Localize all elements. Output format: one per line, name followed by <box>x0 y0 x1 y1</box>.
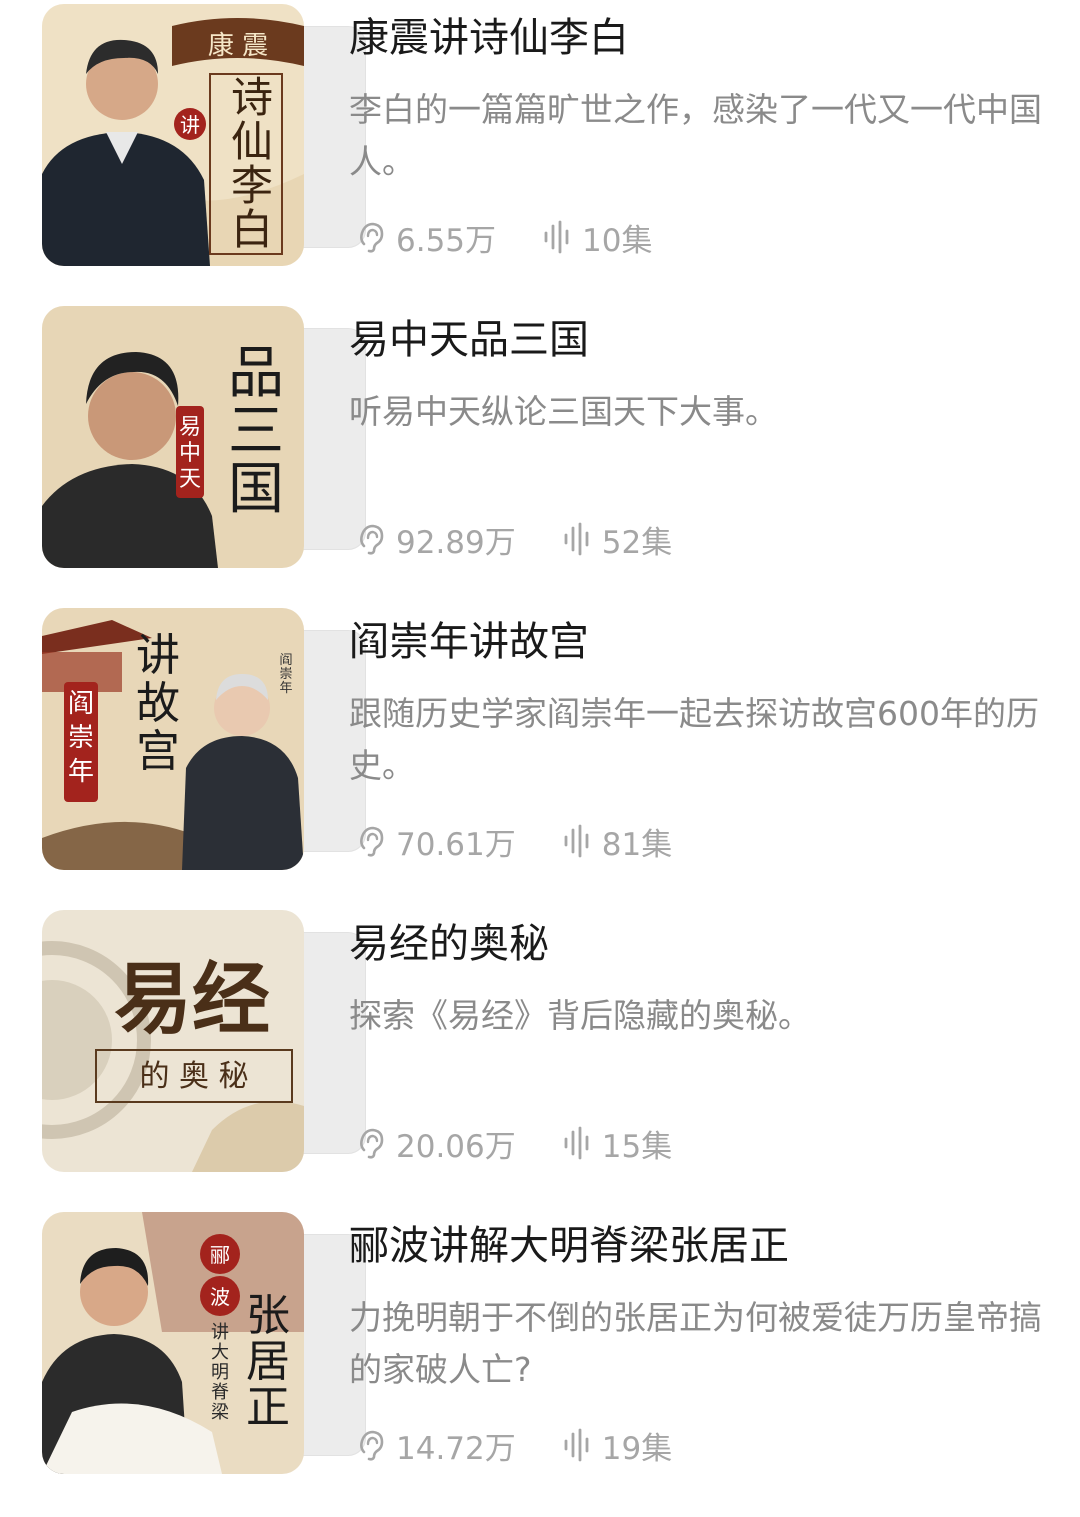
cover-glyph: 崇 <box>68 723 94 753</box>
ear-icon <box>360 222 384 253</box>
cover-glyph: 中 <box>179 441 201 466</box>
cover-glyph: 故 <box>136 678 180 729</box>
album-stats: 92.89万 52集 <box>356 516 718 562</box>
cover-glyph: 仙 <box>231 117 273 166</box>
cover-glyph: 三 <box>228 399 284 464</box>
cover-glyph: 年 <box>68 757 94 787</box>
svg-text:阎崇年: 阎崇年 <box>68 689 94 787</box>
album-description: 李白的一篇篇旷世之作，感染了一代又一代中国人。 <box>349 90 1042 181</box>
episode-count: 19集 <box>562 1423 672 1468</box>
cover-glyph: 居 <box>246 1336 290 1387</box>
cover-glyph: 品 <box>228 341 284 406</box>
play-count: 70.61万 <box>356 819 516 864</box>
ear-icon <box>360 826 384 857</box>
list-item[interactable]: 易中天 品三国 易中天品三国 听易中天纵论三国天下大事。 92.89万 52集 <box>0 306 1080 596</box>
svg-text:波: 波 <box>210 1285 230 1309</box>
sound-wave-icon <box>564 1126 589 1160</box>
svg-text:易中天: 易中天 <box>179 415 201 492</box>
cover-glyph: 讲 <box>211 1322 229 1343</box>
episode-count: 52集 <box>562 517 672 562</box>
cover-glyph: 阎 <box>279 653 292 668</box>
album-cover[interactable]: 阎崇年 讲故宫 阎崇年 <box>42 608 304 870</box>
album-description: 力挽明朝于不倒的张居正为何被爱徒万历皇帝搞的家破人亡? <box>349 1298 1042 1389</box>
cover-glyph: 讲 <box>136 630 180 681</box>
album-description: 跟随历史学家阎崇年一起去探访故宫600年的历史。 <box>349 694 1039 785</box>
cover-glyph: 国 <box>228 457 284 522</box>
album-description: 听易中天纵论三国天下大事。 <box>349 392 778 431</box>
svg-text:讲故宫: 讲故宫 <box>136 630 180 777</box>
album-cover[interactable]: 康 震 讲 诗仙李白 <box>42 4 304 266</box>
album-cover-stack[interactable]: 易经 的 奥 秘 <box>42 910 366 1172</box>
episode-count: 15集 <box>562 1121 672 1166</box>
cover-glyph: 脊 <box>211 1382 229 1403</box>
svg-text:讲: 讲 <box>180 113 200 137</box>
album-cover[interactable]: 易中天 品三国 <box>42 306 304 568</box>
cover-glyph: 正 <box>246 1382 290 1433</box>
ear-icon <box>360 1128 384 1159</box>
svg-text:易经: 易经 <box>114 954 270 1045</box>
album-cover-stack[interactable]: 易中天 品三国 <box>42 306 366 568</box>
play-count: 6.55万 <box>356 215 496 260</box>
ear-icon <box>360 1430 384 1461</box>
sound-wave-icon <box>544 220 569 254</box>
cover-glyph: 崇 <box>279 667 292 682</box>
play-count: 14.72万 <box>356 1423 516 1468</box>
list-item[interactable]: 郦 波 讲大明脊梁 张居正 郦波讲解大明脊梁张居正 力挽明朝于不倒的张居正为何被… <box>0 1212 1080 1502</box>
svg-text:张居正: 张居正 <box>246 1290 290 1433</box>
cover-glyph: 波 <box>210 1285 230 1309</box>
cover-glyph: 李 <box>231 161 273 210</box>
cover-glyph: 诗 <box>231 73 273 122</box>
cover-glyph: 张 <box>246 1290 290 1341</box>
sound-wave-icon <box>564 824 589 858</box>
svg-text:的 奥 秘: 的 奥 秘 <box>139 1059 248 1094</box>
album-cover-stack[interactable]: 康 震 讲 诗仙李白 <box>42 4 366 266</box>
svg-text:讲大明脊梁: 讲大明脊梁 <box>211 1322 229 1423</box>
episode-count: 81集 <box>562 819 672 864</box>
cover-glyph: 郦 <box>210 1243 230 1267</box>
cover-glyph: 易 <box>179 415 201 440</box>
album-title[interactable]: 易经的奥秘 <box>349 918 549 970</box>
svg-text:品三国: 品三国 <box>228 341 284 522</box>
cover-glyph: 梁 <box>211 1402 229 1423</box>
svg-text:诗仙李白: 诗仙李白 <box>231 73 273 254</box>
cover-glyph: 阎 <box>68 689 94 719</box>
album-cover-stack[interactable]: 阎崇年 讲故宫 阎崇年 <box>42 608 366 870</box>
list-item[interactable]: 易经 的 奥 秘 易经的奥秘 探索《易经》背后隐藏的奥秘。 20.06万 15集 <box>0 910 1080 1200</box>
album-stats: 14.72万 19集 <box>356 1422 718 1468</box>
ear-icon <box>360 524 384 555</box>
album-title[interactable]: 郦波讲解大明脊梁张居正 <box>349 1220 789 1272</box>
album-stats: 20.06万 15集 <box>356 1120 718 1166</box>
episode-count: 10集 <box>542 215 652 260</box>
album-title[interactable]: 康震讲诗仙李白 <box>349 12 629 64</box>
album-cover[interactable]: 郦 波 讲大明脊梁 张居正 <box>42 1212 304 1474</box>
album-title[interactable]: 易中天品三国 <box>349 314 589 366</box>
play-count: 92.89万 <box>356 517 516 562</box>
cover-glyph: 白 <box>231 205 273 254</box>
album-stats: 70.61万 81集 <box>356 818 718 864</box>
album-title[interactable]: 阎崇年讲故宫 <box>349 616 589 668</box>
cover-scroll-text: 康 震 <box>208 31 268 61</box>
cover-glyph: 大 <box>211 1342 229 1363</box>
list-item[interactable]: 康 震 讲 诗仙李白 康震讲诗仙李白 李白的一篇篇旷世之作，感染了一代又一代中国… <box>0 4 1080 294</box>
svg-text:郦: 郦 <box>210 1243 230 1267</box>
play-count: 20.06万 <box>356 1121 516 1166</box>
cover-glyph: 宫 <box>136 726 180 777</box>
album-cover[interactable]: 易经 的 奥 秘 <box>42 910 304 1172</box>
cover-glyph: 天 <box>179 467 201 492</box>
svg-text:阎崇年: 阎崇年 <box>279 653 292 696</box>
sound-wave-icon <box>564 1428 589 1462</box>
album-description: 探索《易经》背后隐藏的奥秘。 <box>349 996 811 1035</box>
cover-glyph: 明 <box>211 1362 229 1383</box>
album-cover-stack[interactable]: 郦 波 讲大明脊梁 张居正 <box>42 1212 366 1474</box>
list-item[interactable]: 阎崇年 讲故宫 阎崇年 阎崇年讲故宫 跟随历史学家阎崇年一起去探访故宫600年的… <box>0 608 1080 898</box>
cover-glyph: 年 <box>279 681 292 696</box>
album-stats: 6.55万 10集 <box>356 214 698 260</box>
sound-wave-icon <box>564 522 589 556</box>
